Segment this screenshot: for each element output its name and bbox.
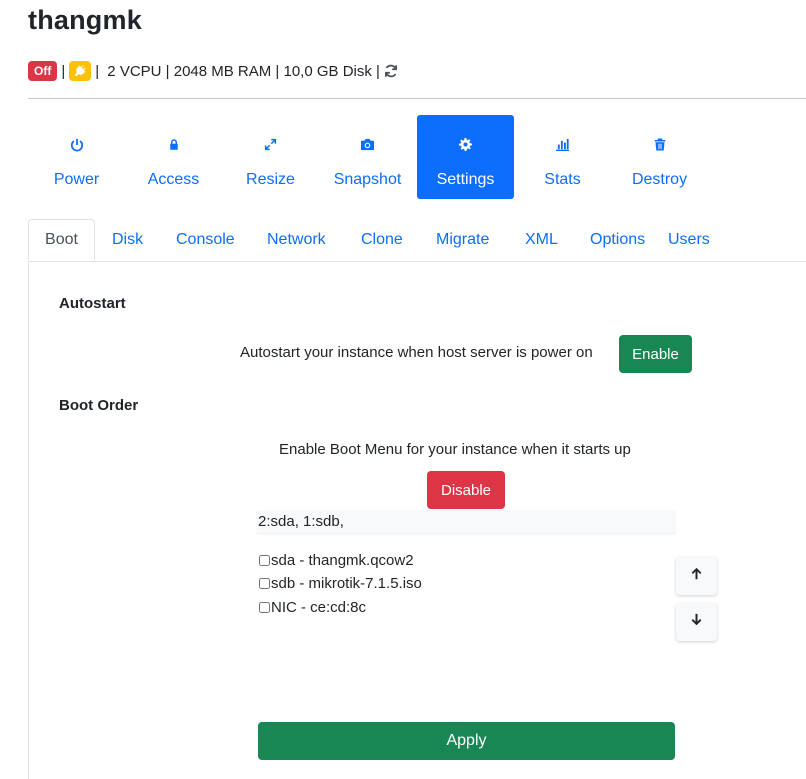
enable-autostart-button[interactable]: Enable bbox=[619, 335, 692, 373]
boot-menu-description: Enable Boot Menu for your instance when … bbox=[279, 441, 631, 458]
arrow-down-icon bbox=[690, 613, 703, 631]
tab-network[interactable]: Network bbox=[267, 219, 326, 260]
move-down-button[interactable] bbox=[676, 603, 717, 641]
tab-console[interactable]: Console bbox=[176, 219, 235, 260]
tab-migrate[interactable]: Migrate bbox=[436, 219, 489, 260]
snapshot-label: Snapshot bbox=[333, 171, 402, 188]
settings-label: Settings bbox=[436, 171, 495, 188]
plug-icon bbox=[69, 61, 92, 81]
boot-device-label: sda - thangmk.qcow2 bbox=[271, 551, 414, 569]
move-up-button[interactable] bbox=[676, 557, 717, 595]
boot-device-checkbox[interactable] bbox=[259, 601, 270, 613]
tab-boot[interactable]: Boot bbox=[28, 219, 95, 260]
access-button[interactable]: Access bbox=[125, 115, 222, 199]
autostart-description: Autostart your instance when host server… bbox=[240, 344, 593, 361]
page-title: thangmk bbox=[28, 5, 142, 35]
settings-button[interactable]: Settings bbox=[417, 115, 514, 199]
arrow-up-icon bbox=[690, 567, 703, 585]
expand-icon bbox=[222, 138, 319, 152]
destroy-label: Destroy bbox=[631, 171, 688, 188]
gear-icon bbox=[417, 138, 514, 152]
instance-info-bar: Off | | 2 VCPU | 2048 MB RAM | 10,0 GB D… bbox=[28, 60, 398, 82]
divider bbox=[28, 98, 806, 99]
tab-xml[interactable]: XML bbox=[525, 219, 558, 260]
boot-device-label: NIC - ce:cd:8c bbox=[271, 598, 367, 616]
boot-device-item[interactable]: sdb - mikrotik-7.1.5.iso bbox=[257, 573, 422, 593]
camera-icon bbox=[319, 138, 416, 152]
snapshot-button[interactable]: Snapshot bbox=[319, 115, 416, 199]
tab-users[interactable]: Users bbox=[668, 219, 710, 260]
status-badge: Off bbox=[28, 61, 58, 81]
power-icon bbox=[28, 138, 125, 152]
settings-tabs: Boot Disk Console Network Clone Migrate … bbox=[28, 219, 806, 262]
boot-device-item[interactable]: sda - thangmk.qcow2 bbox=[257, 550, 414, 570]
boot-device-checkbox[interactable] bbox=[259, 577, 270, 589]
stats-button[interactable]: Stats bbox=[514, 115, 611, 199]
refresh-icon[interactable] bbox=[384, 64, 398, 78]
bar-chart-icon bbox=[514, 138, 611, 152]
boot-device-checkbox[interactable] bbox=[259, 554, 270, 566]
boot-device-item[interactable]: NIC - ce:cd:8c bbox=[257, 597, 366, 617]
autostart-heading: Autostart bbox=[59, 295, 126, 312]
tab-clone[interactable]: Clone bbox=[361, 219, 403, 260]
trash-icon bbox=[611, 138, 708, 152]
resize-label: Resize bbox=[246, 171, 295, 188]
separator: | bbox=[61, 62, 66, 80]
power-button[interactable]: Power bbox=[28, 115, 125, 199]
boot-order-heading: Boot Order bbox=[59, 397, 139, 414]
separator: | bbox=[95, 62, 100, 80]
instance-specs: 2 VCPU | 2048 MB RAM | 10,0 GB Disk bbox=[103, 62, 377, 80]
lock-icon bbox=[125, 138, 222, 152]
disable-boot-menu-button[interactable]: Disable bbox=[427, 471, 505, 509]
stats-label: Stats bbox=[544, 171, 581, 188]
tab-options[interactable]: Options bbox=[590, 219, 645, 260]
boot-device-label: sdb - mikrotik-7.1.5.iso bbox=[271, 574, 422, 592]
power-label: Power bbox=[53, 171, 100, 188]
destroy-button[interactable]: Destroy bbox=[611, 115, 708, 199]
resize-button[interactable]: Resize bbox=[222, 115, 319, 199]
apply-button[interactable]: Apply bbox=[258, 722, 675, 760]
separator: | bbox=[376, 62, 380, 80]
tab-disk[interactable]: Disk bbox=[112, 219, 143, 260]
access-label: Access bbox=[147, 171, 200, 188]
boot-order-field[interactable] bbox=[257, 510, 675, 533]
